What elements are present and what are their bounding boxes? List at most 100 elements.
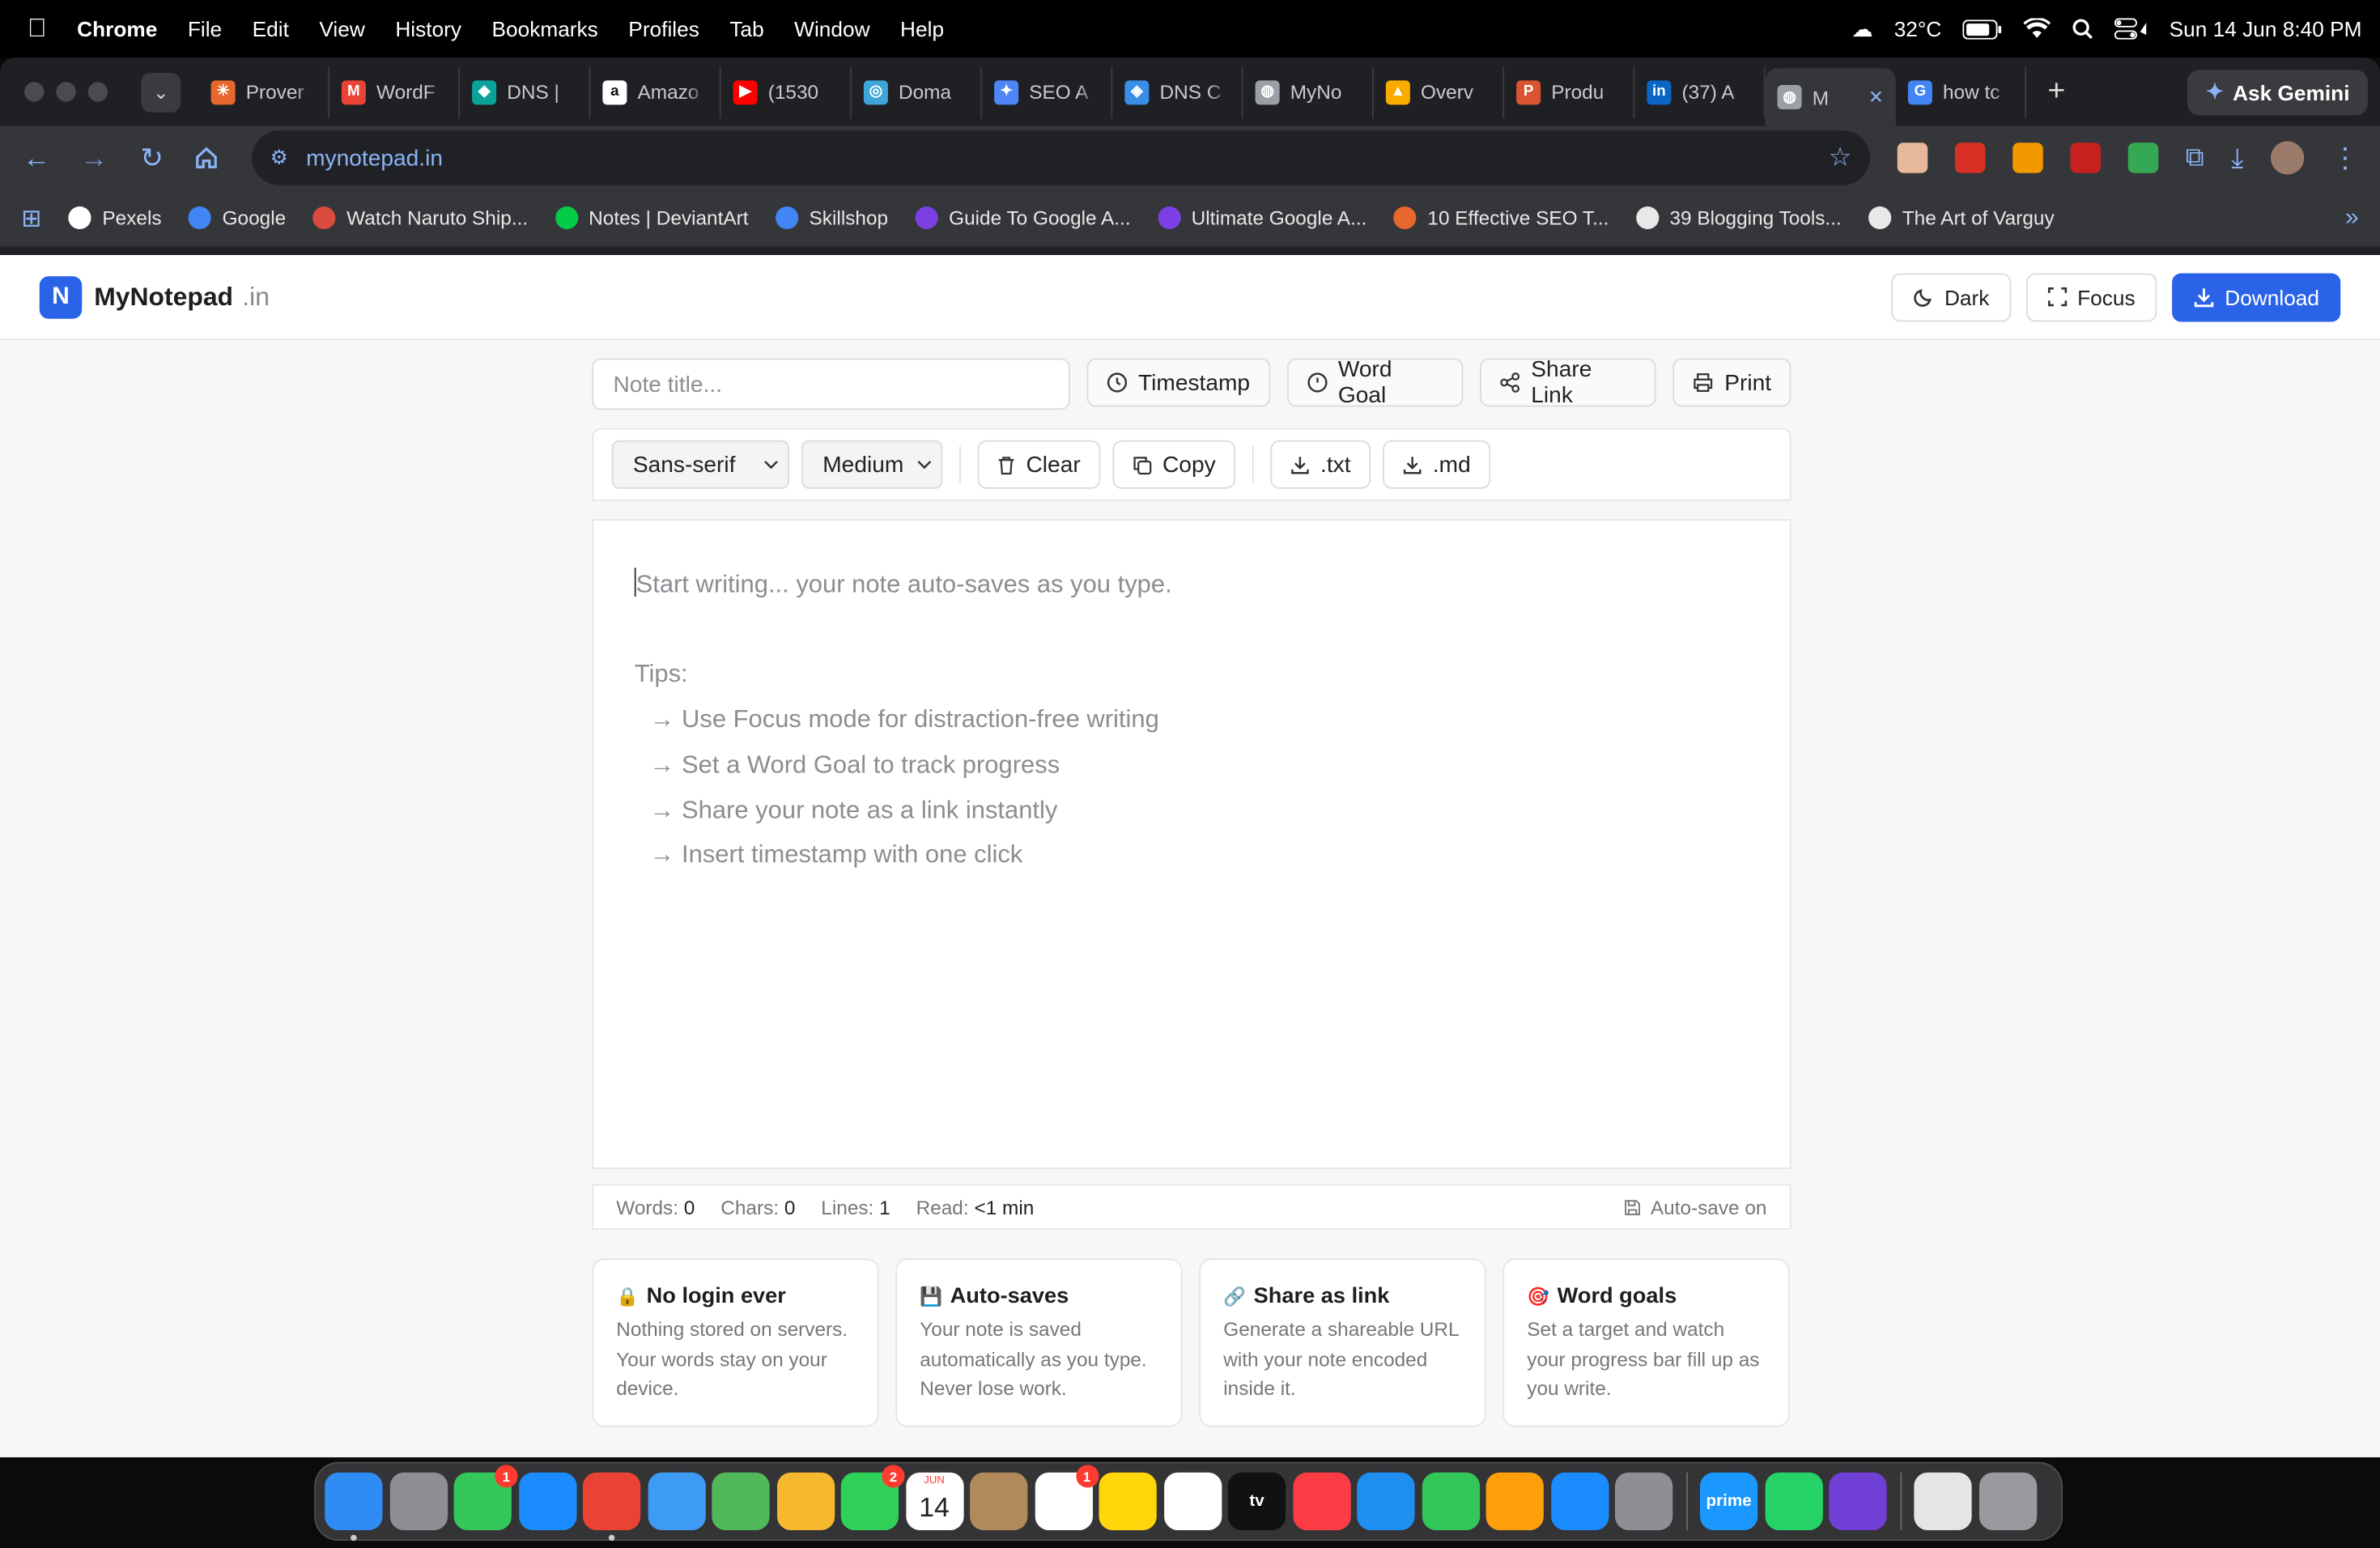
- apps-grid-icon[interactable]: ⊞: [21, 202, 41, 233]
- dock-app-finder[interactable]: [325, 1472, 383, 1542]
- dock-app-chrome[interactable]: [583, 1472, 641, 1542]
- dock-app-freeform[interactable]: [1163, 1472, 1222, 1530]
- menu-profiles[interactable]: Profiles: [628, 17, 699, 41]
- brand-name[interactable]: MyNotepad: [94, 282, 233, 313]
- dock-app-tv[interactable]: tv: [1227, 1472, 1286, 1530]
- tab[interactable]: ◍ MyNo: [1243, 66, 1374, 118]
- dock-app-launchpad[interactable]: [389, 1472, 448, 1530]
- bookmark-item[interactable]: Ultimate Google A...: [1158, 206, 1366, 230]
- font-size-select[interactable]: Medium: [801, 440, 943, 489]
- dock-app-mail[interactable]: [647, 1472, 705, 1530]
- weather-text[interactable]: 32°C: [1894, 17, 1942, 41]
- dark-mode-button[interactable]: Dark: [1891, 272, 2011, 321]
- dock-app-messages[interactable]: 1: [453, 1465, 518, 1530]
- battery-icon[interactable]: [1962, 19, 2003, 39]
- dock-app-whatsapp[interactable]: [1764, 1472, 1822, 1530]
- tab[interactable]: Ghow tc: [1896, 66, 2027, 118]
- dock-app-notes[interactable]: [1099, 1472, 1157, 1530]
- extension-icon-3[interactable]: [2012, 142, 2043, 173]
- extension-icon-4[interactable]: [2070, 142, 2101, 173]
- dock-app-app-store[interactable]: [1550, 1472, 1609, 1530]
- menu-tab[interactable]: Tab: [729, 17, 763, 41]
- tab[interactable]: in (37) A: [1634, 66, 1766, 118]
- dock-app-contacts[interactable]: [970, 1472, 1028, 1530]
- focus-mode-button[interactable]: Focus: [2025, 272, 2157, 321]
- dock-app-facetime[interactable]: 2: [840, 1465, 905, 1530]
- download-txt-button[interactable]: .txt: [1270, 440, 1371, 489]
- home-icon[interactable]: [194, 146, 225, 170]
- dock-app-document[interactable]: [1914, 1472, 1972, 1530]
- extension-icon-5[interactable]: [2127, 142, 2159, 173]
- menu-history[interactable]: History: [395, 17, 461, 41]
- clock-text[interactable]: Sun 14 Jun 8:40 PM: [2170, 17, 2362, 41]
- control-center-icon[interactable]: [2114, 18, 2148, 40]
- extensions-puzzle-icon[interactable]: ⧉: [2186, 142, 2204, 173]
- site-info-icon[interactable]: ⚙: [270, 146, 288, 170]
- wifi-icon[interactable]: [2023, 18, 2051, 40]
- weather-icon[interactable]: ☁: [1851, 16, 1872, 42]
- close-tab-icon[interactable]: ✕: [1868, 87, 1884, 108]
- extension-icon-2[interactable]: [1954, 142, 1986, 173]
- dock-app-music[interactable]: [1292, 1472, 1350, 1530]
- back-icon[interactable]: ←: [21, 142, 52, 173]
- tab[interactable]: P Produ: [1504, 66, 1635, 118]
- copy-button[interactable]: Copy: [1112, 440, 1236, 489]
- word-goal-button[interactable]: Word Goal: [1286, 357, 1463, 408]
- menu-window[interactable]: Window: [794, 17, 869, 41]
- tab-search-button[interactable]: ⌄: [141, 72, 181, 112]
- menu-help[interactable]: Help: [900, 17, 944, 41]
- new-tab-button[interactable]: +: [2047, 74, 2065, 109]
- bookmark-item[interactable]: The Art of Varguy: [1868, 206, 2055, 230]
- dock-app-keynote[interactable]: [1357, 1472, 1415, 1530]
- bookmark-item[interactable]: Skillshop: [776, 206, 888, 230]
- tab[interactable]: ✦ SEO A: [982, 66, 1113, 118]
- tab[interactable]: ▲ Overv: [1374, 66, 1505, 118]
- bookmark-item[interactable]: Google: [189, 206, 286, 230]
- bookmark-item[interactable]: Notes | DeviantArt: [555, 206, 749, 230]
- ask-gemini-button[interactable]: ✦ Ask Gemini: [2187, 69, 2368, 115]
- tab-active[interactable]: ◍ M ✕: [1765, 68, 1896, 126]
- tab[interactable]: a Amazo: [590, 66, 721, 118]
- logo[interactable]: N: [39, 275, 83, 318]
- print-button[interactable]: Print: [1672, 358, 1791, 407]
- chrome-menu-icon[interactable]: ⋮: [2331, 142, 2359, 173]
- menu-edit[interactable]: Edit: [253, 17, 289, 41]
- dock-app-calendar[interactable]: JUN 14: [905, 1472, 963, 1530]
- extension-icon-1[interactable]: [1897, 142, 1928, 173]
- dock-app-reminders[interactable]: 1: [1034, 1465, 1099, 1530]
- dock-app-safari[interactable]: [518, 1472, 576, 1530]
- dock-app-imovie[interactable]: [1829, 1472, 1887, 1530]
- tab[interactable]: ◎ Doma: [852, 66, 983, 118]
- bookmark-item[interactable]: 39 Blogging Tools...: [1636, 206, 1842, 230]
- dock-app-prime-video[interactable]: prime: [1700, 1472, 1758, 1530]
- font-family-select[interactable]: Sans-serif: [611, 440, 789, 489]
- download-button[interactable]: Download: [2171, 272, 2341, 321]
- dock-app-trash[interactable]: [1978, 1472, 2037, 1530]
- note-title-input[interactable]: [592, 358, 1070, 410]
- tab[interactable]: ✳ Prover: [199, 66, 329, 118]
- download-md-button[interactable]: .md: [1382, 440, 1491, 489]
- tab[interactable]: ◈ DNS C: [1112, 66, 1243, 118]
- tab[interactable]: M WordF: [329, 66, 461, 118]
- menu-app-name[interactable]: Chrome: [77, 17, 157, 41]
- address-text[interactable]: mynotepad.in: [306, 145, 443, 171]
- zoom-window-button[interactable]: [87, 82, 108, 102]
- bookmark-item[interactable]: Guide To Google A...: [915, 206, 1131, 230]
- profile-avatar[interactable]: [2271, 141, 2305, 175]
- bookmark-star-icon[interactable]: ☆: [1829, 142, 1852, 173]
- address-bar[interactable]: ⚙ mynotepad.in ☆: [252, 130, 1870, 185]
- menu-view[interactable]: View: [319, 17, 364, 41]
- forward-icon[interactable]: →: [79, 142, 110, 173]
- dock-app-photos[interactable]: [776, 1472, 835, 1530]
- downloads-icon[interactable]: ⤓: [2231, 142, 2243, 173]
- dock-app-maps[interactable]: [712, 1472, 770, 1530]
- dock-app-numbers[interactable]: [1421, 1472, 1480, 1530]
- apple-icon[interactable]: : [28, 14, 47, 45]
- more-bookmarks-icon[interactable]: »: [2345, 204, 2359, 232]
- bookmark-item[interactable]: Watch Naruto Ship...: [312, 206, 528, 230]
- clear-button[interactable]: Clear: [977, 440, 1101, 489]
- minimize-window-button[interactable]: [56, 82, 76, 102]
- timestamp-button[interactable]: Timestamp: [1086, 358, 1270, 407]
- tab[interactable]: ▶ (1530: [721, 66, 852, 118]
- menu-bookmarks[interactable]: Bookmarks: [492, 17, 598, 41]
